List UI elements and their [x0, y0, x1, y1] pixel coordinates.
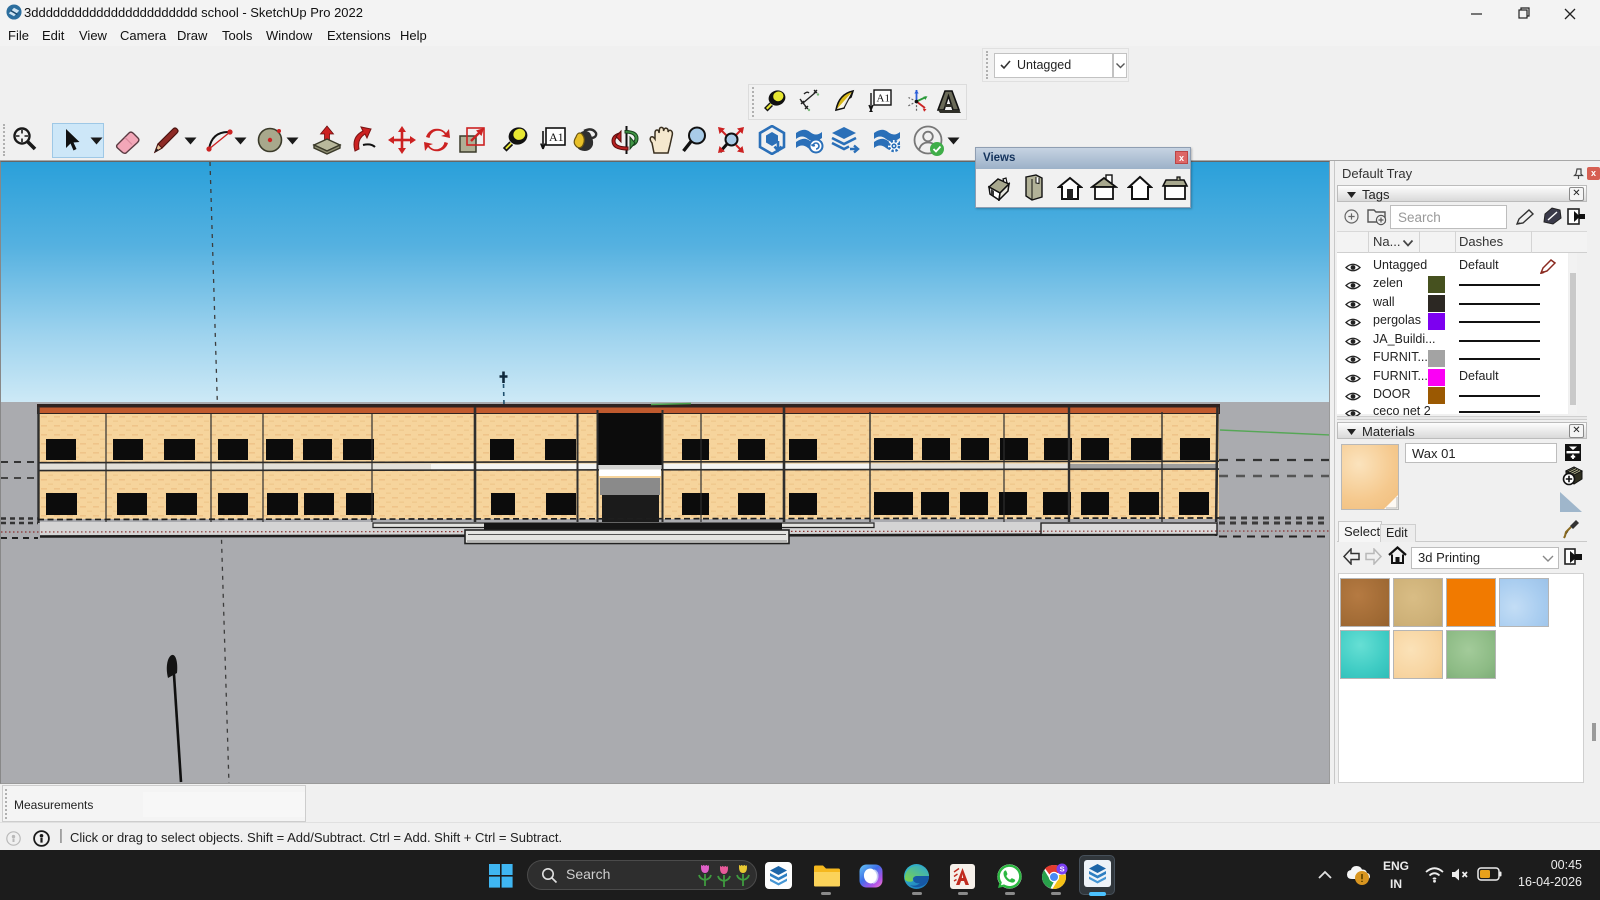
svg-text:S: S	[1060, 865, 1065, 874]
svg-text:A1: A1	[549, 130, 564, 144]
svg-text:A1: A1	[877, 93, 890, 105]
